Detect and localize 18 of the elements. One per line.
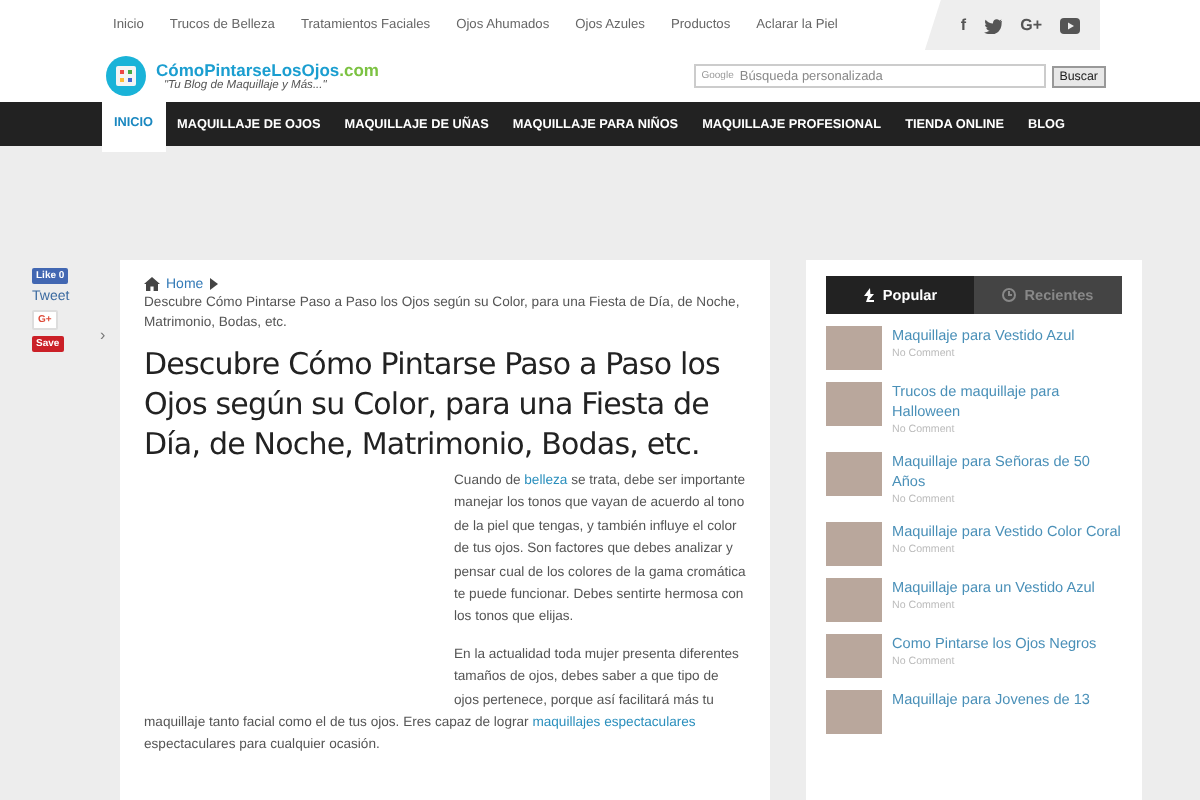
share-toggle[interactable]: › <box>100 326 106 344</box>
photo-placeholder[interactable] <box>826 522 882 566</box>
logo-icon <box>106 56 146 96</box>
twitter-icon[interactable] <box>984 17 1003 33</box>
photo-placeholder[interactable] <box>826 452 882 496</box>
photo-placeholder[interactable] <box>826 690 882 734</box>
photo-placeholder[interactable] <box>826 326 882 370</box>
clock-icon <box>1002 288 1017 302</box>
photo-placeholder[interactable] <box>826 382 882 426</box>
photo-placeholder[interactable] <box>826 578 882 622</box>
home-icon <box>144 276 160 292</box>
google-plus-icon[interactable]: G+ <box>1020 16 1042 34</box>
article-title: Descubre Cómo Pintarse Paso a Paso los Ojos según su Color, para una Fiesta de Día, de Noche, Matrimonio, Bodas, etc. <box>144 344 722 464</box>
photo-placeholder[interactable] <box>826 634 882 678</box>
facebook-icon[interactable]: f <box>960 16 967 34</box>
video-play-icon[interactable] <box>1060 17 1080 33</box>
site-logo-text[interactable]: CómoPintarseLosOjos.com <box>156 60 379 80</box>
caret-icon <box>209 278 218 290</box>
